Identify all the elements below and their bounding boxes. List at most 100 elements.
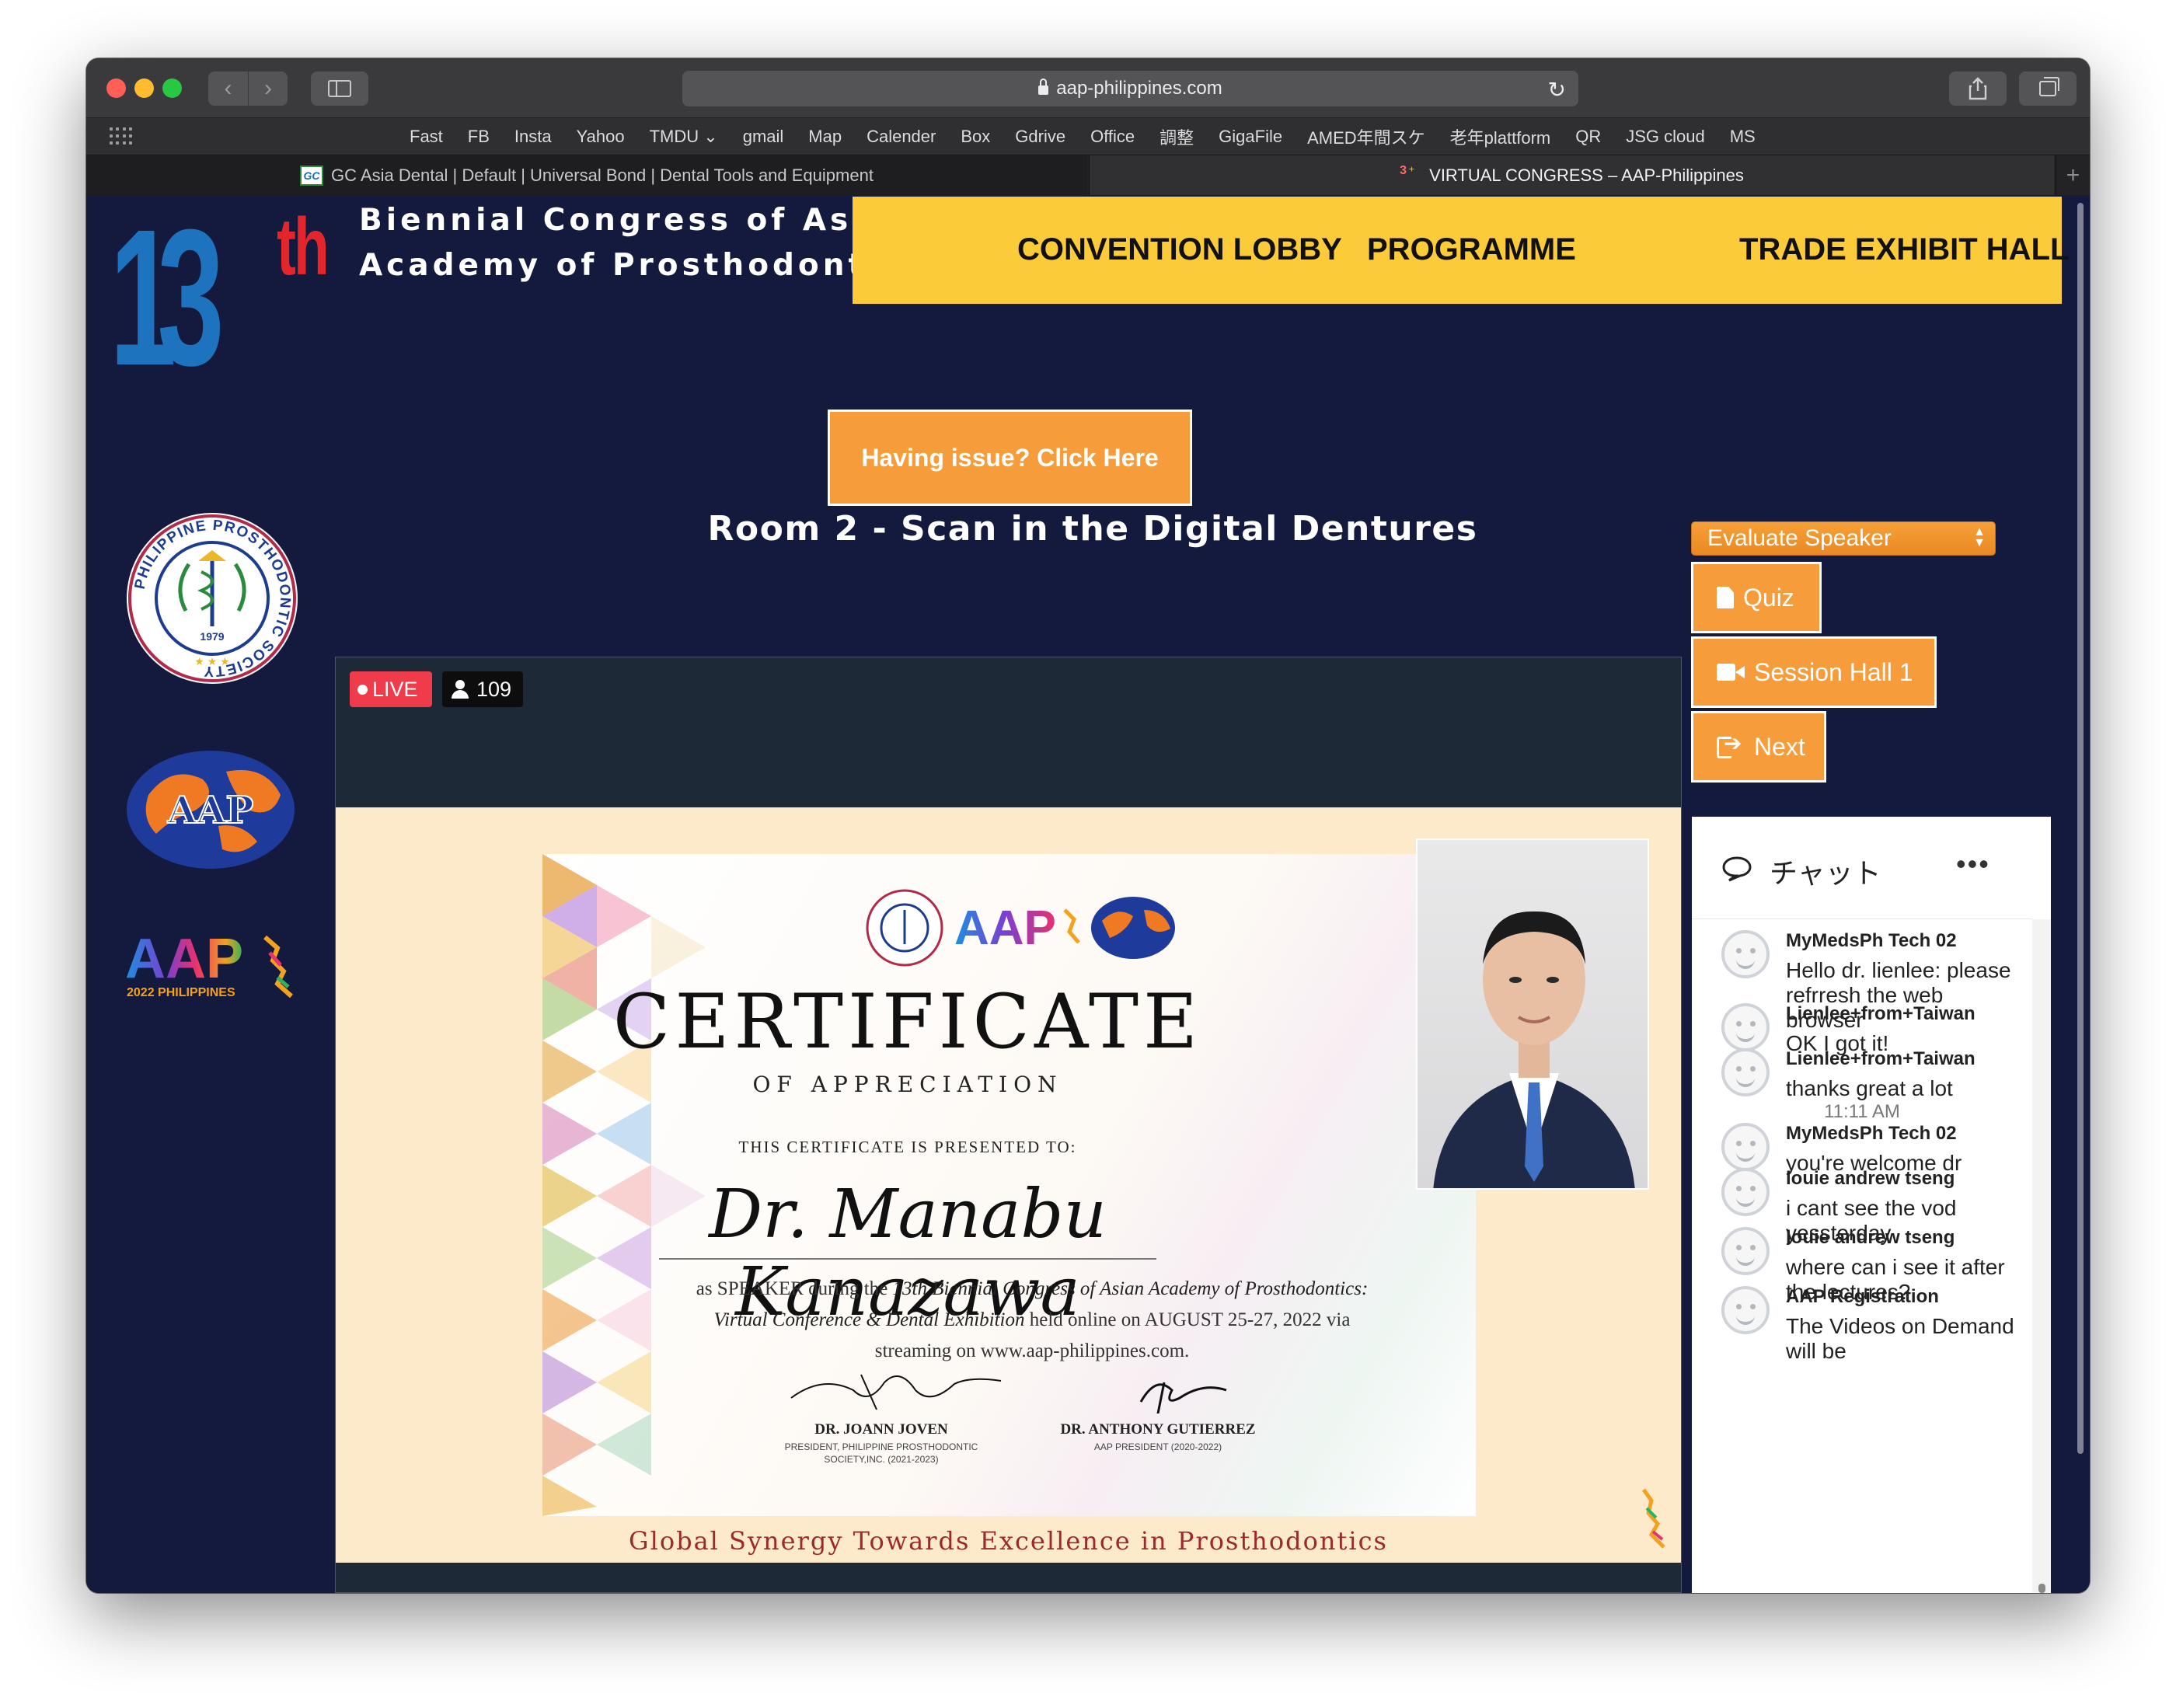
- bookmark-item[interactable]: Calender: [854, 127, 948, 147]
- apps-grid-icon[interactable]: [110, 127, 133, 146]
- avatar-icon: [1721, 1286, 1770, 1334]
- svg-text:AAP: AAP: [954, 901, 1056, 955]
- chat-scrollbar[interactable]: [2032, 919, 2051, 1593]
- speaker-portrait: [1433, 911, 1635, 1188]
- signer2-name: DR. ANTHONY GUTIERREZ: [1060, 1421, 1256, 1438]
- bookmark-item[interactable]: Gdrive: [1003, 127, 1078, 147]
- evaluate-speaker-select[interactable]: Evaluate Speaker ▲ ▼: [1691, 521, 1996, 556]
- bookmark-item[interactable]: Fast: [397, 127, 455, 147]
- nav-convention-lobby[interactable]: CONVENTION LOBBY: [1017, 232, 1342, 267]
- tab-virtual-congress[interactable]: VIRTUAL CONGRESS – AAP-Philippines: [1089, 155, 2054, 196]
- reload-icon[interactable]: ↻: [1548, 77, 1566, 103]
- svg-text:★ ★ ★: ★ ★ ★: [194, 655, 229, 668]
- certificate-title: CERTIFICATE: [612, 978, 1203, 1065]
- certificate: AAP CERTIFICATE OF APPRECIATION THIS CER…: [542, 854, 1476, 1516]
- more-options-icon[interactable]: •••: [1956, 848, 1990, 880]
- bookmark-item[interactable]: 老年plattform: [1438, 124, 1564, 149]
- bookmark-item[interactable]: Box: [948, 127, 1003, 147]
- avatar-icon: [1721, 930, 1770, 978]
- bookmark-item[interactable]: QR: [1563, 127, 1613, 147]
- minimize-window-button[interactable]: [134, 78, 154, 98]
- live-video-player[interactable]: LIVE 109 AAP CERTIFICATE OF APPRECIATION…: [335, 657, 1682, 1593]
- bookmark-item[interactable]: TMDU ⌄: [637, 127, 731, 147]
- body-event2: Virtual Conference & Dental Exhibition: [713, 1309, 1025, 1330]
- zoom-window-button[interactable]: [162, 78, 182, 98]
- body-event: 13th Biennial Congress of Asian Academy …: [892, 1278, 1369, 1299]
- certificate-body: as SPEAKER during the 13th Biennial Cong…: [620, 1274, 1444, 1367]
- bookmark-item[interactable]: Insta: [502, 127, 564, 147]
- nav-programme[interactable]: PROGRAMME: [1367, 232, 1576, 267]
- top-navigation: CONVENTION LOBBY PROGRAMME TRADE EXHIBIT…: [853, 197, 2069, 304]
- next-label: Next: [1754, 732, 1805, 761]
- chat-username: MyMedsPh Tech 02: [1786, 1123, 1957, 1144]
- chat-title: チャット: [1770, 858, 1881, 890]
- certificate-presented-to: THIS CERTIFICATE IS PRESENTED TO:: [738, 1138, 1077, 1156]
- new-tab-button[interactable]: +: [2056, 155, 2090, 196]
- chat-timestamp: 11:11 AM: [1824, 1101, 1900, 1122]
- next-button[interactable]: Next: [1691, 711, 1826, 783]
- chat-username: AAP Registration: [1786, 1286, 1939, 1307]
- aap-year: 2022 PHILIPPINES: [127, 986, 235, 999]
- pps-year: 1979: [200, 630, 224, 643]
- chat-username: louie andrew tseng: [1786, 1168, 1955, 1189]
- chat-panel: チャット ••• MyMedsPh Tech 02 Hello dr. lienl…: [1692, 817, 2051, 1593]
- video-frame: AAP CERTIFICATE OF APPRECIATION THIS CER…: [336, 807, 1681, 1563]
- signature-joann-joven: [790, 1374, 1002, 1410]
- chat-scroll-thumb[interactable]: [2038, 1584, 2045, 1593]
- history-nav: ‹ ›: [208, 71, 288, 106]
- body-mid: held online on AUGUST 25-27, 2022 via: [1024, 1309, 1351, 1330]
- bookmark-item[interactable]: 調整: [1147, 124, 1206, 149]
- avatar-icon: [1721, 1168, 1770, 1216]
- chat-username: louie andrew tseng: [1786, 1227, 1955, 1248]
- aap-globe-text: AAP: [167, 789, 254, 832]
- title-bar: ‹ › aap-philippines.com ↻: [86, 58, 2090, 118]
- session-hall-button[interactable]: Session Hall 1: [1691, 636, 1937, 708]
- back-button[interactable]: ‹: [208, 71, 248, 106]
- tab-overview-button[interactable]: [2019, 71, 2077, 106]
- bookmark-item[interactable]: AMED年間スケ: [1295, 124, 1438, 149]
- url-text: aap-philippines.com: [1056, 78, 1222, 99]
- tab-label: GC Asia Dental | Default | Universal Bon…: [331, 166, 874, 185]
- forward-button[interactable]: ›: [248, 71, 288, 106]
- bookmark-item[interactable]: GigaFile: [1206, 127, 1295, 147]
- bookmark-item[interactable]: MS: [1717, 127, 1768, 147]
- congress-title-line1: Biennial Congress of Asian: [359, 203, 916, 238]
- having-issue-button[interactable]: Having issue? Click Here: [828, 410, 1192, 506]
- room-title: Room 2 - Scan in the Digital Dentures: [707, 509, 1478, 549]
- avatar-icon: [1721, 1123, 1770, 1171]
- tab-label: VIRTUAL CONGRESS – AAP-Philippines: [1429, 166, 1744, 185]
- bookmark-item[interactable]: gmail: [731, 127, 797, 147]
- share-button[interactable]: [1949, 71, 2007, 106]
- viewer-count-badge: 109: [442, 671, 523, 707]
- congress-title-line2: Academy of Prosthodontics: [359, 248, 925, 283]
- sidebar-icon: [328, 80, 351, 97]
- select-arrows-icon: ▲ ▼: [1973, 525, 1986, 549]
- page-scrollbar[interactable]: [2070, 195, 2090, 1593]
- aap-word: AAP: [125, 929, 243, 990]
- th-suffix: th: [277, 202, 330, 292]
- sidebar-toggle-button[interactable]: [311, 71, 368, 106]
- document-icon: [1717, 587, 1734, 608]
- avatar-icon: [1721, 1227, 1770, 1275]
- quiz-button[interactable]: Quiz: [1691, 562, 1822, 633]
- bookmark-item[interactable]: FB: [455, 127, 502, 147]
- chat-username: Lienlee+from+Taiwan: [1786, 1003, 1975, 1024]
- chevron-left-icon: ‹: [224, 75, 232, 101]
- bookmark-item[interactable]: Map: [796, 127, 854, 147]
- tab-gc-asia-dental[interactable]: GC GC Asia Dental | Default | Universal …: [86, 155, 1087, 196]
- svg-text:13: 13: [110, 201, 221, 380]
- bookmark-item[interactable]: Yahoo: [564, 127, 637, 147]
- video-camera-icon: [1717, 664, 1745, 681]
- address-bar[interactable]: aap-philippines.com ↻: [682, 71, 1578, 106]
- nav-trade-exhibit-hall[interactable]: TRADE EXHIBIT HALL: [1739, 232, 2069, 267]
- congress-number-logo: 13: [110, 201, 239, 380]
- bookmark-item[interactable]: Office: [1078, 127, 1147, 147]
- close-window-button[interactable]: [106, 78, 126, 98]
- aap-2022-philippines-logo: AAP 2022 PHILIPPINES: [125, 929, 293, 999]
- certificate-logos: AAP: [866, 889, 1175, 967]
- bookmark-item[interactable]: JSG cloud: [1613, 127, 1717, 147]
- certificate-footer-tagline: Global Synergy Towards Excellence in Pro…: [629, 1526, 1388, 1556]
- gc-favicon-icon: GC: [300, 166, 324, 186]
- page-scroll-thumb[interactable]: [2077, 203, 2084, 1454]
- chat-message-list[interactable]: MyMedsPh Tech 02 Hello dr. lienlee: pleas…: [1692, 930, 2032, 1593]
